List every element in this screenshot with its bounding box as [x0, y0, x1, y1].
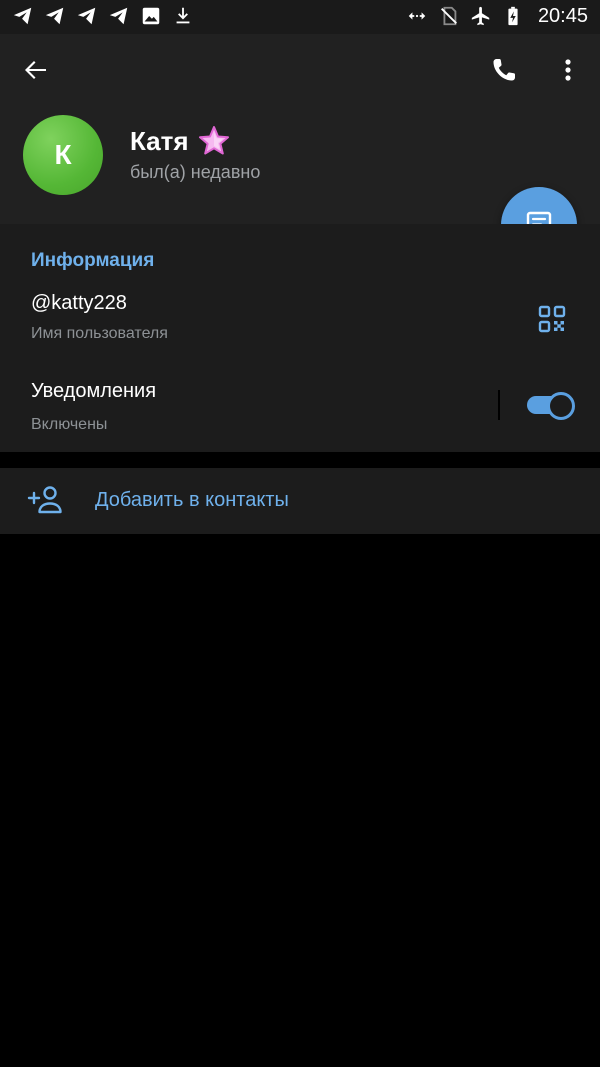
add-to-contacts-label: Добавить в контакты: [95, 489, 289, 511]
download-icon: [176, 7, 190, 24]
more-options-icon[interactable]: [554, 54, 582, 86]
telegram-icon: [109, 7, 128, 25]
battery-charging-icon: [508, 6, 518, 26]
avatar-initial: К: [54, 139, 72, 170]
info-section-title: Информация: [31, 250, 155, 271]
toggle-knob: [547, 392, 575, 420]
avatar[interactable]: К: [23, 115, 103, 195]
profile-header: К Катя был(а) недавно: [0, 34, 600, 224]
last-seen-status: был(а) недавно: [130, 162, 261, 182]
profile-name-row: Катя: [130, 124, 231, 158]
data-saver-icon: [408, 12, 426, 20]
notifications-status: Включены: [31, 416, 108, 433]
info-section: Информация @katty228 Имя пользователя Ув…: [0, 224, 600, 452]
telegram-icon: [45, 7, 64, 25]
star-emoji-icon: [198, 126, 229, 155]
username-value[interactable]: @katty228: [31, 292, 127, 315]
profile-name: Катя: [130, 125, 189, 156]
back-arrow-icon[interactable]: [20, 54, 52, 86]
notification-icons: [12, 5, 194, 27]
add-user-icon: [27, 486, 62, 514]
notifications-label[interactable]: Уведомления: [31, 380, 156, 403]
vertical-divider: [498, 390, 500, 420]
airplane-icon: [471, 6, 490, 26]
status-bar: 20:45: [0, 0, 600, 34]
add-to-contacts-button[interactable]: Добавить в контакты: [0, 468, 600, 534]
telegram-icon: [13, 7, 32, 25]
qr-code-icon[interactable]: [537, 304, 567, 334]
username-caption: Имя пользователя: [31, 325, 168, 342]
telegram-icon: [77, 7, 96, 25]
clock: 20:45: [537, 5, 588, 27]
phone-icon[interactable]: [488, 54, 520, 86]
notifications-toggle[interactable]: [527, 392, 575, 420]
system-icons: 20:45: [406, 5, 588, 27]
no-sim-icon: [440, 6, 457, 26]
image-icon: [142, 7, 160, 25]
profile-screen: 20:45 К Катя был(а) недавно Информация @…: [0, 0, 600, 1067]
